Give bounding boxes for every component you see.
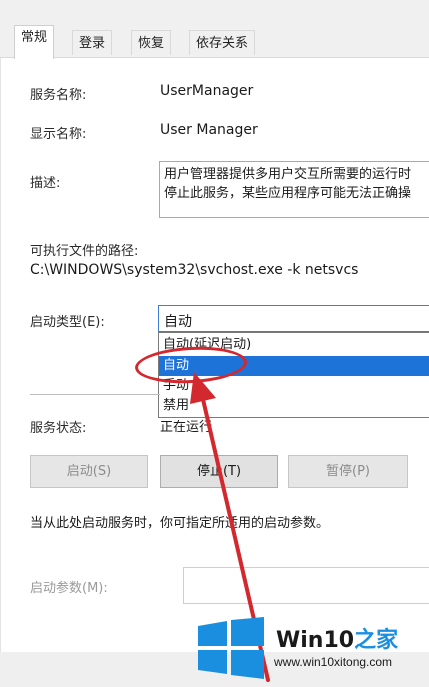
watermark-title: Win10之家 [276,622,398,654]
annotation-arrow [190,372,270,682]
windows-logo-icon [198,617,264,679]
watermark-url: www.win10xitong.com [274,655,393,669]
watermark-title-accent: 之家 [354,628,399,653]
watermark-title-main: Win10 [276,628,355,653]
tab-general[interactable]: 常规 [14,25,55,59]
